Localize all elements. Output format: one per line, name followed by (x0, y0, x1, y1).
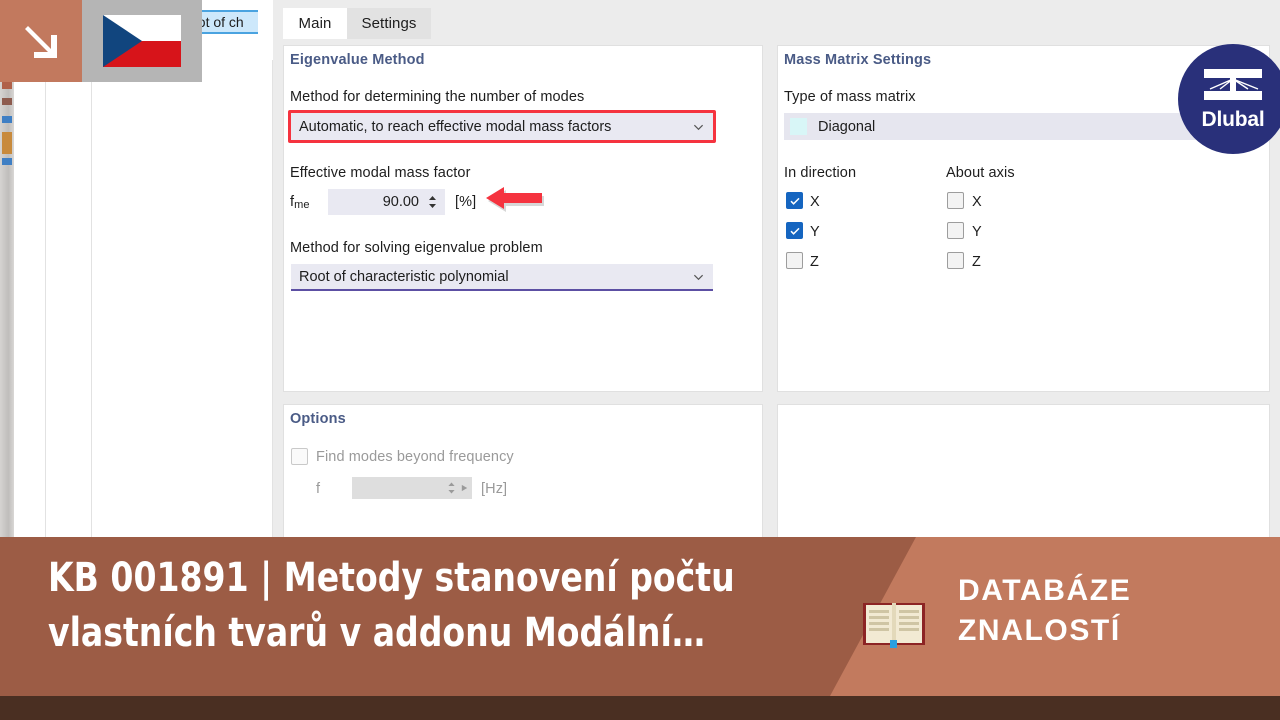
spinner-arrows-icon[interactable] (447, 479, 456, 497)
spinner-arrows-icon[interactable] (428, 193, 437, 211)
open-book-icon (863, 603, 925, 648)
panel-options (283, 404, 763, 538)
type-of-mass-matrix-label: Type of mass matrix (784, 89, 916, 105)
chevron-down-icon (693, 274, 704, 280)
label-axis-z: Z (972, 254, 981, 270)
canvas-divider-1 (45, 60, 46, 538)
method-solving-value: Root of characteristic polynomial (299, 268, 509, 285)
label-direction-x: X (810, 194, 820, 210)
method-number-of-modes-label: Method for determining the number of mod… (290, 89, 585, 105)
rail-icon-2[interactable] (2, 98, 12, 105)
screenshot-root: oot of ch Main Settings Eigenvalue Metho… (0, 0, 1280, 720)
rail-icon-4[interactable] (2, 132, 12, 154)
in-direction-header: In direction (784, 165, 857, 181)
checkbox-axis-y[interactable] (947, 222, 964, 239)
rail-icon-5[interactable] (2, 158, 12, 165)
method-solving-label: Method for solving eigenvalue problem (290, 240, 543, 256)
effective-factor-input[interactable]: 90.00 (328, 189, 445, 215)
effective-factor-unit: [%] (455, 194, 477, 210)
eigenvalue-method-title: Eigenvalue Method (290, 52, 425, 68)
tab-settings[interactable]: Settings (347, 8, 431, 39)
rail-icon-1[interactable] (2, 82, 12, 89)
tab-main[interactable]: Main (283, 8, 347, 39)
panel-empty-right (777, 404, 1270, 538)
checkbox-direction-x[interactable] (786, 192, 803, 209)
document-canvas (14, 60, 273, 538)
left-toolbar-rail[interactable] (0, 60, 14, 538)
red-arrow-annotation-icon (486, 187, 544, 212)
banner-right-line1: DATABÁZE (958, 574, 1132, 607)
label-direction-z: Z (810, 254, 819, 270)
frequency-input[interactable] (352, 477, 472, 499)
banner-bottom-strip (0, 696, 1280, 720)
checkbox-axis-x[interactable] (947, 192, 964, 209)
download-arrow-badge (0, 0, 82, 82)
dlubal-logo: Dlubal (1178, 44, 1280, 154)
tab-strip: Main Settings (273, 0, 1280, 39)
method-solving-combobox[interactable]: Root of characteristic polynomial (291, 264, 713, 291)
label-axis-y: Y (972, 224, 982, 240)
chevron-down-icon (693, 124, 704, 130)
effective-factor-symbol-sub: me (294, 199, 310, 211)
checkbox-direction-y[interactable] (786, 222, 803, 239)
canvas-divider-2 (91, 60, 92, 538)
arrow-down-right-icon (25, 26, 57, 58)
method-number-of-modes-value: Automatic, to reach effective modal mass… (299, 118, 612, 135)
dlubal-bridge-icon (1204, 68, 1262, 100)
label-axis-x: X (972, 194, 982, 210)
label-direction-y: Y (810, 224, 820, 240)
about-axis-header: About axis (946, 165, 1015, 181)
play-arrow-icon[interactable] (460, 484, 469, 493)
banner-right-line2: ZNALOSTÍ (958, 613, 1121, 647)
effective-factor-symbol: fme (290, 194, 310, 211)
type-of-mass-matrix-value: Diagonal (818, 118, 876, 135)
check-icon (790, 197, 800, 205)
banner-right-text: DATABÁZE ZNALOSTÍ (958, 571, 1131, 651)
mass-matrix-title: Mass Matrix Settings (784, 52, 932, 68)
options-title: Options (290, 411, 346, 427)
checkbox-find-modes-beyond-frequency[interactable] (291, 448, 308, 465)
czech-flag-icon (103, 15, 181, 67)
checkbox-axis-z[interactable] (947, 252, 964, 269)
country-flag-plate (82, 0, 202, 82)
bottom-banner: KB 001891 | Metody stanovení počtu vlast… (0, 537, 1280, 720)
frequency-unit: [Hz] (481, 481, 508, 497)
check-icon (790, 227, 800, 235)
dlubal-wordmark: Dlubal (1201, 107, 1265, 131)
find-modes-label: Find modes beyond frequency (316, 449, 514, 465)
frequency-symbol: f (316, 481, 321, 497)
application-window: oot of ch Main Settings Eigenvalue Metho… (0, 0, 1280, 540)
method-number-of-modes-combobox[interactable]: Automatic, to reach effective modal mass… (291, 113, 713, 140)
mass-matrix-type-swatch-icon (790, 118, 807, 135)
effective-factor-value: 90.00 (382, 194, 419, 210)
checkbox-direction-z[interactable] (786, 252, 803, 269)
tab-settings-label: Settings (361, 15, 417, 32)
effective-modal-mass-factor-label: Effective modal mass factor (290, 165, 471, 181)
banner-title: KB 001891 | Metody stanovení počtu vlast… (48, 555, 735, 657)
tab-main-label: Main (298, 15, 332, 32)
rail-icon-3[interactable] (2, 116, 12, 123)
